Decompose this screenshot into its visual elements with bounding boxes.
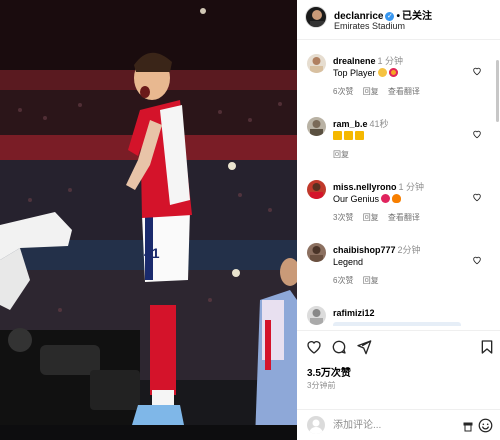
- post-header: declanrice ✓ • 已关注 Emirates Stadium: [297, 0, 500, 40]
- jersey-number: 41: [144, 245, 160, 261]
- gift-icon[interactable]: [463, 420, 473, 432]
- like-heart-icon[interactable]: [472, 255, 482, 265]
- share-send-icon[interactable]: [356, 339, 372, 355]
- comment-time: 2分钟: [397, 245, 421, 255]
- post-time: 3分钟前: [307, 381, 336, 390]
- author-avatar[interactable]: [305, 6, 327, 28]
- comment-bubble-icon[interactable]: [331, 339, 347, 355]
- red-heart-emoji-icon: [381, 194, 391, 203]
- comment-item: drealnene 1 分钟 Top Player 6次赞 回复 查看翻译: [297, 52, 492, 112]
- reply-button[interactable]: 回复: [363, 213, 379, 222]
- comment-avatar[interactable]: [307, 117, 326, 136]
- comment-meta: 6次赞 回复: [333, 275, 386, 286]
- crown-emoji-icon: [344, 131, 353, 140]
- comment-username[interactable]: miss.nellyrono 1 分钟: [333, 180, 424, 193]
- comment-likes[interactable]: 3次赞: [333, 213, 353, 222]
- comment-username[interactable]: rafimizi12: [333, 308, 375, 318]
- crown-emoji-icon: [333, 131, 342, 140]
- comment-input[interactable]: [333, 417, 453, 433]
- comment-time: 1 分钟: [398, 182, 425, 192]
- comment-username[interactable]: drealnene 1 分钟: [333, 54, 403, 67]
- add-comment-bar: [297, 409, 500, 440]
- likes-count[interactable]: 3.5万次赞: [307, 364, 351, 379]
- loading-placeholder: [333, 322, 461, 326]
- comment-meta: 6次赞 回复 查看翻译: [333, 86, 427, 97]
- comment-username[interactable]: chaibishop777 2分钟: [333, 243, 421, 256]
- like-heart-icon[interactable]: [306, 339, 322, 355]
- comment-text: Top Player: [333, 68, 398, 78]
- post-location[interactable]: Emirates Stadium: [334, 21, 405, 31]
- comment-item: chaibishop777 2分钟 Legend 6次赞 回复: [297, 241, 492, 301]
- comment-meta: 3次赞 回复 查看翻译: [333, 212, 427, 223]
- translate-button[interactable]: 查看翻译: [388, 213, 420, 222]
- comment-avatar[interactable]: [307, 54, 326, 73]
- comment-avatar[interactable]: [307, 306, 326, 325]
- comment-text: Our Genius: [333, 194, 402, 204]
- comment-username[interactable]: ram_b.e 41秒: [333, 117, 389, 130]
- following-button[interactable]: 已关注: [402, 11, 432, 22]
- like-heart-icon[interactable]: [472, 192, 482, 202]
- bookmark-icon[interactable]: [479, 339, 495, 355]
- clap-emoji-icon: [377, 68, 387, 77]
- comment-item: ram_b.e 41秒 回复: [297, 115, 492, 175]
- fire-emoji-icon: [392, 194, 402, 203]
- post-actions: 3.5万次赞 3分钟前: [297, 330, 500, 440]
- heart-eyes-emoji-icon: [388, 68, 398, 77]
- like-heart-icon[interactable]: [472, 129, 482, 139]
- translate-button[interactable]: 查看翻译: [388, 87, 420, 96]
- comments-scrollbar[interactable]: [496, 60, 499, 122]
- author-line: declanrice ✓ • 已关注: [334, 7, 432, 22]
- comment-time: 1 分钟: [377, 56, 404, 66]
- post-photo[interactable]: 41: [0, 0, 297, 440]
- comment-likes[interactable]: 6次赞: [333, 87, 353, 96]
- comment-time: 41秒: [369, 119, 389, 129]
- crown-emoji-icon: [355, 131, 364, 140]
- like-heart-icon[interactable]: [472, 66, 482, 76]
- comment-meta: 回复: [333, 149, 356, 160]
- verified-badge-icon: ✓: [385, 12, 395, 21]
- current-user-avatar: [307, 416, 325, 434]
- reply-button[interactable]: 回复: [333, 150, 349, 159]
- reply-button[interactable]: 回复: [363, 87, 379, 96]
- comment-text: [333, 131, 364, 141]
- comment-item: rafimizi12: [297, 304, 492, 326]
- photo-illustration: 41: [0, 0, 297, 440]
- comment-avatar[interactable]: [307, 243, 326, 262]
- comment-text: Legend: [333, 257, 364, 267]
- reply-button[interactable]: 回复: [363, 276, 379, 285]
- comment-likes[interactable]: 6次赞: [333, 276, 353, 285]
- emoji-picker-icon[interactable]: [478, 418, 493, 433]
- comments-panel: declanrice ✓ • 已关注 Emirates Stadium drealne…: [297, 0, 500, 440]
- comment-avatar[interactable]: [307, 180, 326, 199]
- comment-item: miss.nellyrono 1 分钟 Our Genius 3次赞 回复 查看翻…: [297, 178, 492, 238]
